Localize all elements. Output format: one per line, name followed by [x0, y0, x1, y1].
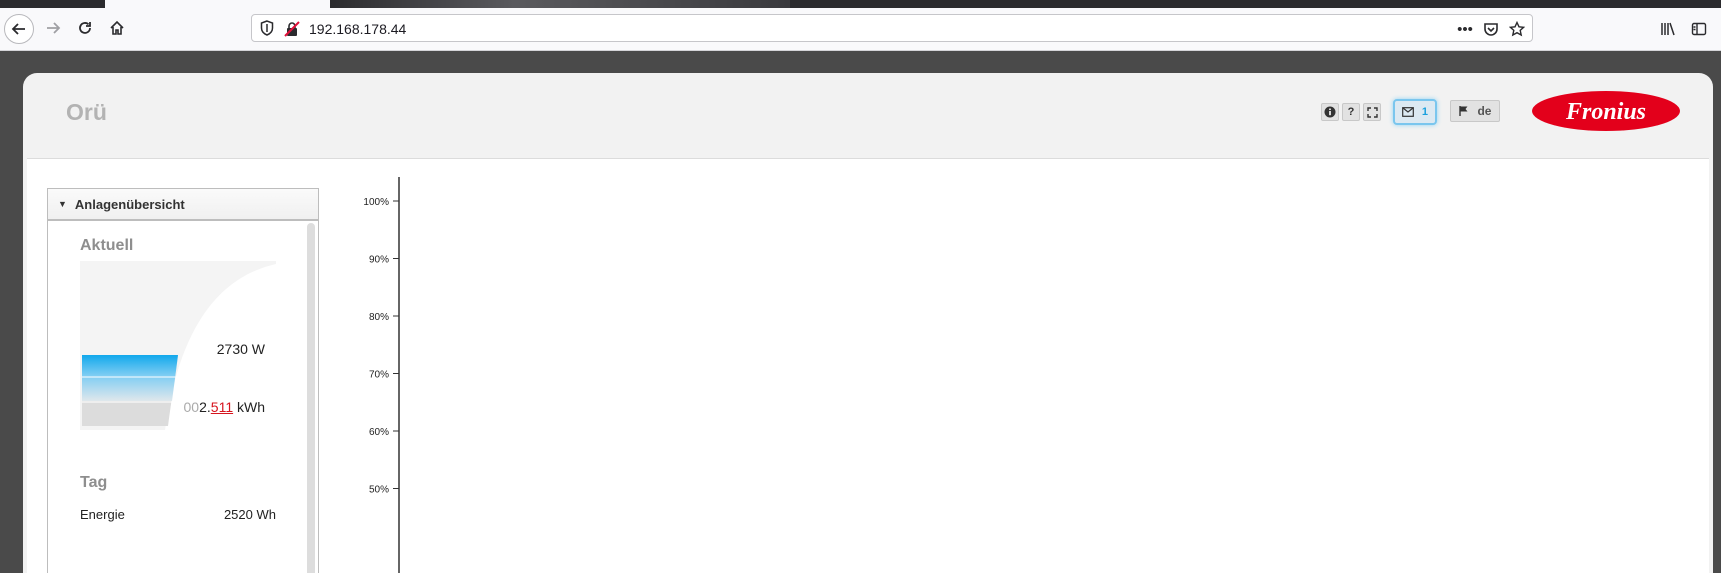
browser-toolbar: 192.168.178.44 •••	[0, 8, 1721, 51]
y-tick-label: 50%	[369, 485, 389, 496]
language-button[interactable]: de	[1450, 100, 1500, 122]
library-icon[interactable]	[1657, 18, 1679, 40]
info-icon[interactable]	[1321, 103, 1339, 121]
overview-header[interactable]: ▼ Anlagenübersicht	[48, 189, 318, 221]
y-tick-label: 90%	[369, 255, 389, 266]
power-gauge: 2730 W 002.511 kWh	[80, 261, 276, 430]
fullscreen-icon[interactable]	[1363, 103, 1381, 121]
total-energy-lead: 2.	[199, 399, 211, 415]
day-energy-row: Energie 2520 Wh	[80, 507, 276, 522]
forward-button[interactable]	[38, 13, 68, 43]
caret-down-icon: ▼	[58, 199, 67, 209]
reload-icon	[79, 22, 91, 34]
production-chart: 100% 90% 80% 70% 60% 50%	[363, 177, 400, 573]
language-label: de	[1477, 104, 1492, 118]
main-content: ▼ Anlagenübersicht Aktuell 2730 W 002.51…	[27, 158, 1709, 573]
address-bar[interactable]: 192.168.178.44 •••	[251, 14, 1533, 42]
sidebar-icon[interactable]	[1688, 18, 1710, 40]
svg-text:Fronius: Fronius	[1565, 99, 1646, 125]
y-tick-label: 80%	[369, 312, 389, 323]
messages-button[interactable]: 1	[1393, 99, 1437, 125]
tab-strip	[0, 0, 1721, 8]
insecure-lock-icon[interactable]	[284, 21, 300, 37]
y-tick-label: 70%	[369, 370, 389, 381]
arrow-left-icon	[11, 23, 25, 35]
overview-title: Anlagenübersicht	[74, 196, 185, 212]
help-icon[interactable]: ?	[1342, 103, 1360, 121]
day-energy-label: Energie	[80, 507, 125, 522]
total-energy: 002.511 kWh	[184, 399, 265, 415]
background-tab[interactable]	[330, 0, 790, 8]
reload-button[interactable]	[70, 13, 100, 43]
y-tick-label: 60%	[369, 427, 389, 438]
current-power: 2730 W	[216, 341, 265, 357]
day-title: Tag	[80, 474, 108, 491]
y-tick-label: 100%	[363, 197, 389, 208]
overview-panel: ▼ Anlagenübersicht Aktuell 2730 W 002.51…	[47, 188, 319, 573]
site-title: Orü	[66, 99, 107, 125]
message-count: 1	[1421, 106, 1429, 118]
tool-buttons: ?	[1321, 103, 1381, 123]
active-tab[interactable]	[105, 0, 330, 8]
url-text[interactable]: 192.168.178.44	[309, 21, 406, 37]
app-panel: Orü ? 1 de Fronius ▼ Anlagenübersicht Ak…	[23, 73, 1713, 573]
back-button[interactable]	[4, 14, 34, 44]
home-icon	[110, 20, 124, 35]
total-energy-unit: kWh	[237, 399, 265, 415]
total-energy-digits: 511	[210, 399, 234, 415]
panel-scrollbar[interactable]	[307, 223, 315, 573]
home-button[interactable]	[102, 13, 132, 43]
envelope-icon	[1402, 107, 1414, 117]
shield-icon[interactable]	[260, 20, 274, 36]
odometer-ghost-digits: 00	[183, 399, 200, 415]
current-title: Aktuell	[80, 237, 134, 254]
flag-icon	[1459, 106, 1468, 116]
pocket-icon[interactable]	[1481, 19, 1501, 39]
page-actions-icon[interactable]: •••	[1455, 19, 1475, 39]
day-energy-value: 2520 Wh	[223, 507, 276, 522]
arrow-right-icon	[47, 22, 61, 34]
fronius-logo[interactable]: Fronius	[1531, 90, 1681, 132]
bookmark-star-icon[interactable]	[1507, 19, 1527, 39]
